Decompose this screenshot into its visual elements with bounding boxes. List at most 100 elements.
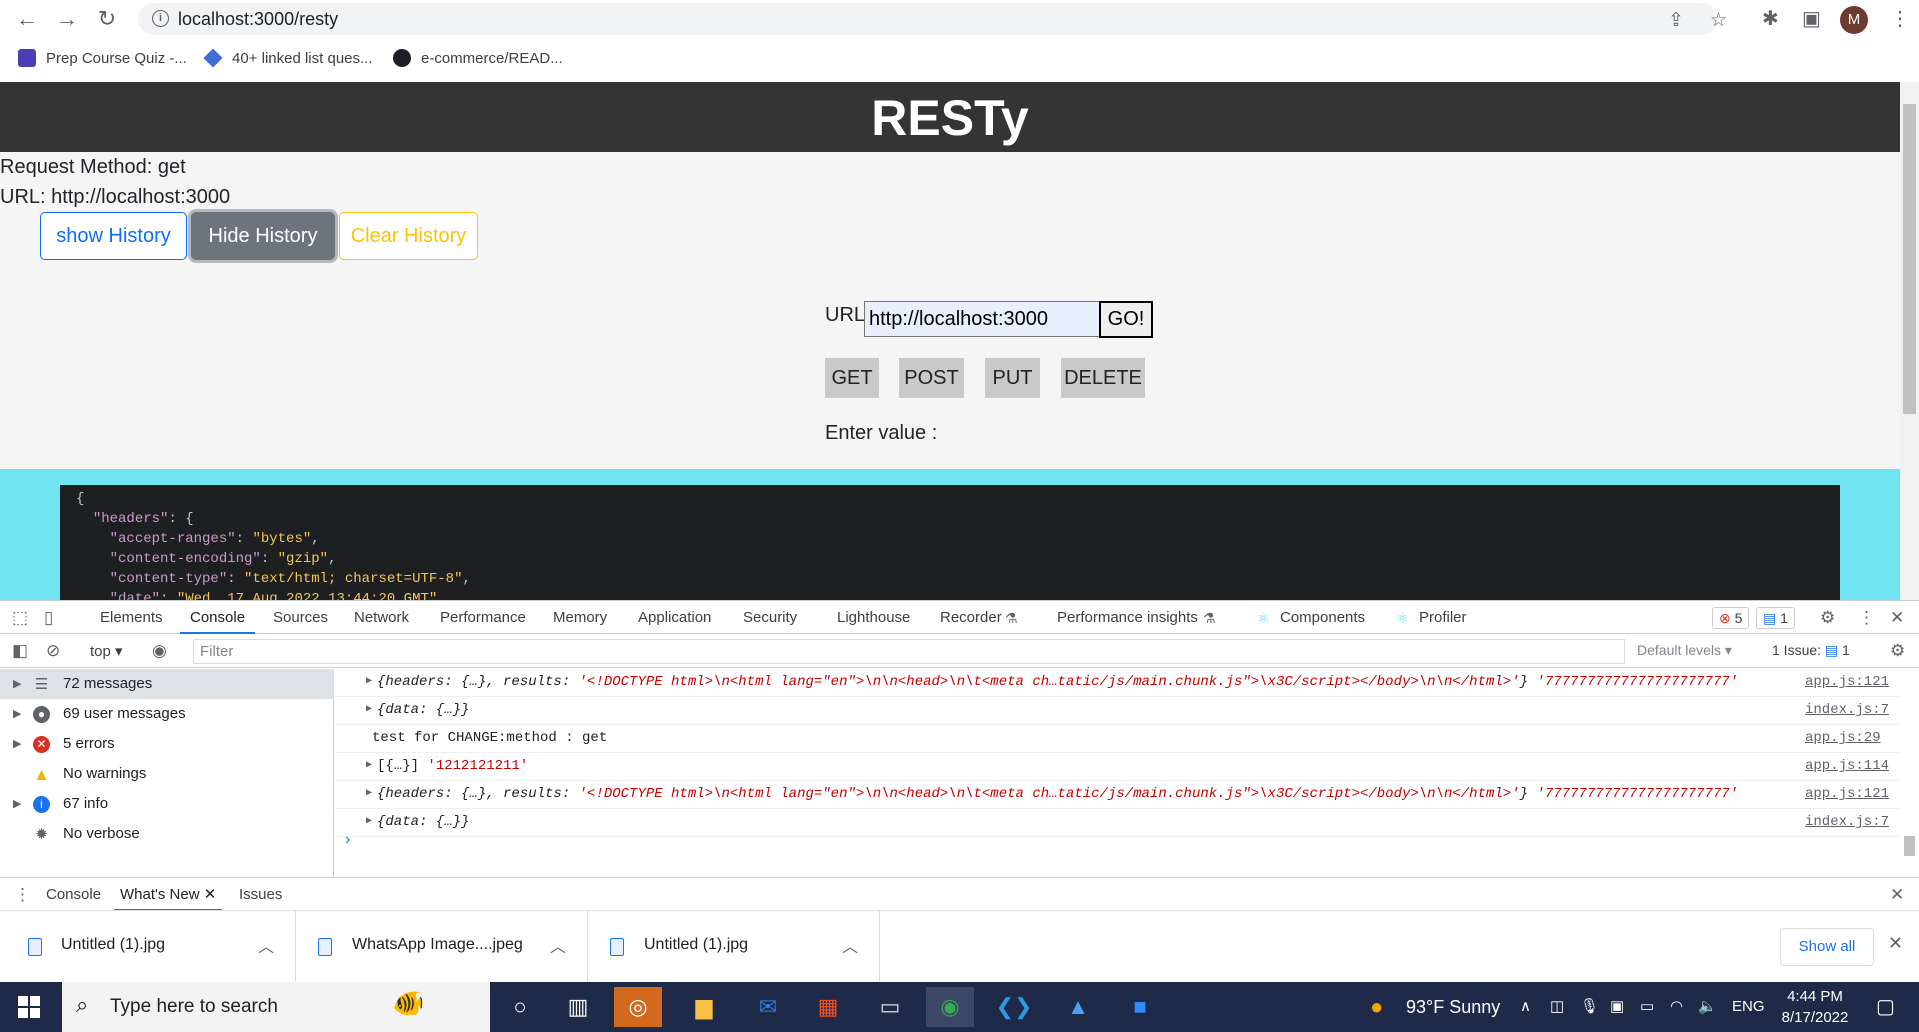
sidebar-item-warnings[interactable]: ▲ No warnings (0, 759, 334, 789)
bookmark-star-icon[interactable]: ☆ (1710, 9, 1727, 32)
edge-icon[interactable]: ◎ (614, 987, 662, 1027)
log-source-link[interactable]: app.js:121 (1805, 669, 1900, 695)
log-levels-dropdown[interactable]: Default levels ▾ (1637, 642, 1732, 659)
download-item[interactable]: Untitled (1).jpg ︿ (0, 911, 296, 983)
side-panel-icon[interactable]: ▣ (1802, 6, 1821, 31)
devtools-settings-icon[interactable]: ⚙ (1820, 608, 1835, 628)
log-entry[interactable]: ▶ {data: {…}} index.js:7 (335, 697, 1900, 725)
photos-icon[interactable]: ▲ (1054, 987, 1102, 1027)
tab-network[interactable]: Network (354, 601, 409, 634)
drawer-menu-icon[interactable]: ⋮ (14, 885, 31, 905)
expand-arrow-icon[interactable]: ▶ (366, 809, 372, 835)
log-source-link[interactable]: app.js:29 (1805, 725, 1900, 751)
expand-arrow-icon[interactable]: ▶ (366, 781, 372, 807)
battery-icon[interactable]: ▭ (1640, 982, 1654, 1032)
tab-components[interactable]: Components (1280, 601, 1365, 634)
show-history-button[interactable]: show History (40, 212, 187, 260)
log-entry[interactable]: ▶ {data: {…}} index.js:7 (335, 809, 1900, 837)
close-tab-icon[interactable]: ✕ (204, 886, 217, 903)
close-drawer-icon[interactable]: ✕ (1890, 885, 1904, 905)
tab-profiler[interactable]: Profiler (1419, 601, 1467, 634)
tab-lighthouse[interactable]: Lighthouse (837, 601, 910, 634)
expand-arrow-icon[interactable]: ▶ (13, 789, 21, 819)
drawer-tab-whats-new[interactable]: What's New ✕ (114, 878, 223, 911)
tab-performance-insights[interactable]: Performance insights (1057, 601, 1198, 634)
context-selector[interactable]: top ▾ (90, 642, 123, 660)
drawer-tab-console[interactable]: Console (46, 878, 101, 911)
chevron-up-icon[interactable]: ︿ (258, 933, 274, 957)
sidebar-item-verbose[interactable]: ✹ No verbose (0, 819, 334, 849)
file-explorer-icon[interactable]: ▆ (680, 987, 728, 1027)
go-button[interactable]: GO! (1099, 301, 1153, 338)
sidebar-item-errors[interactable]: ▶ ✕ 5 errors (0, 729, 334, 759)
vscode-icon[interactable]: ❮❯ (990, 987, 1038, 1027)
log-source-link[interactable]: index.js:7 (1805, 809, 1900, 835)
tray-app-icon[interactable]: ◫ (1550, 982, 1564, 1032)
log-source-link[interactable]: app.js:121 (1805, 781, 1900, 807)
page-scrollbar-thumb[interactable] (1903, 104, 1916, 414)
tray-device-icon[interactable]: ▣ (1610, 982, 1624, 1032)
tab-performance[interactable]: Performance (440, 601, 526, 634)
bookmark-item[interactable]: Prep Course Quiz -... (18, 44, 187, 72)
wifi-icon[interactable]: ◠ (1670, 982, 1683, 1032)
url-input[interactable]: http://localhost:3000 (864, 301, 1100, 337)
chevron-up-icon[interactable]: ︿ (842, 933, 858, 957)
close-shelf-icon[interactable]: ✕ (1888, 933, 1903, 954)
issues-counter[interactable]: 1 Issue: ▤ 1 (1772, 642, 1850, 659)
sidebar-item-messages[interactable]: ▶ ☰ 72 messages (0, 669, 334, 699)
live-expression-eye-icon[interactable]: ◉ (152, 641, 167, 661)
back-icon[interactable]: ← (14, 6, 40, 32)
log-entry[interactable]: ▶ [{…}] '1212121211' app.js:114 (335, 753, 1900, 781)
log-source-link[interactable]: app.js:114 (1805, 753, 1900, 779)
sidebar-item-user-messages[interactable]: ▶ ● 69 user messages (0, 699, 334, 729)
console-settings-icon[interactable]: ⚙ (1890, 641, 1905, 661)
tab-elements[interactable]: Elements (100, 601, 163, 634)
task-view-icon[interactable]: ▥ (554, 987, 602, 1027)
store-icon[interactable]: ▦ (804, 987, 852, 1027)
page-scrollbar[interactable] (1900, 82, 1919, 600)
reload-icon[interactable]: ↻ (94, 6, 120, 32)
get-method-button[interactable]: GET (825, 358, 879, 398)
tray-chevron-up-icon[interactable]: ∧ (1520, 982, 1531, 1032)
weather-text[interactable]: 93°F Sunny (1406, 982, 1500, 1032)
hide-history-button[interactable]: Hide History (191, 212, 335, 260)
devtools-menu-icon[interactable]: ⋮ (1858, 608, 1875, 628)
download-item[interactable]: Untitled (1).jpg ︿ (588, 911, 880, 983)
taskbar-search[interactable]: ⌕ Type here to search 🐠 (62, 982, 490, 1032)
post-method-button[interactable]: POST (899, 358, 964, 398)
taskbar-clock[interactable]: 4:44 PM 8/17/2022 (1760, 986, 1870, 1028)
tab-recorder[interactable]: Recorder (940, 601, 1002, 634)
console-scrollbar-thumb[interactable] (1904, 836, 1915, 856)
tab-console[interactable]: Console (180, 601, 256, 634)
tab-memory[interactable]: Memory (553, 601, 607, 634)
tab-application[interactable]: Application (638, 601, 711, 634)
tab-security[interactable]: Security (743, 601, 797, 634)
inspect-element-icon[interactable]: ⬚ (12, 608, 28, 628)
console-filter-input[interactable]: Filter (193, 639, 1625, 664)
chevron-up-icon[interactable]: ︿ (550, 933, 566, 957)
put-method-button[interactable]: PUT (985, 358, 1040, 398)
cortana-icon[interactable]: ○ (496, 987, 544, 1027)
log-entry[interactable]: ▶ {headers: {…}, results: '<!DOCTYPE htm… (335, 669, 1900, 697)
delete-method-button[interactable]: DELETE (1061, 358, 1145, 398)
sidebar-item-info[interactable]: ▶ i 67 info (0, 789, 334, 819)
chrome-icon[interactable]: ◉ (926, 987, 974, 1027)
log-entry[interactable]: test for CHANGE:method : get app.js:29 (335, 725, 1900, 753)
terminal-icon[interactable]: ▭ (866, 987, 914, 1027)
drawer-tab-issues[interactable]: Issues (239, 878, 282, 911)
device-toolbar-icon[interactable]: ▯ (44, 608, 53, 628)
windows-start-icon[interactable] (18, 996, 40, 1018)
expand-arrow-icon[interactable]: ▶ (366, 669, 372, 695)
volume-icon[interactable]: 🔈 (1698, 982, 1717, 1032)
log-entry[interactable]: ▶ {headers: {…}, results: '<!DOCTYPE htm… (335, 781, 1900, 809)
log-source-link[interactable]: index.js:7 (1805, 697, 1900, 723)
download-item[interactable]: WhatsApp Image....jpeg ︿ (296, 911, 588, 983)
chrome-menu-icon[interactable]: ⋮ (1890, 6, 1910, 31)
expand-arrow-icon[interactable]: ▶ (13, 699, 21, 729)
avatar[interactable]: M (1840, 6, 1868, 34)
expand-arrow-icon[interactable]: ▶ (13, 669, 21, 699)
bookmark-item[interactable]: 40+ linked list ques... (203, 44, 373, 72)
error-count-badge[interactable]: ⊗ 5 (1712, 607, 1750, 629)
zoom-icon[interactable]: ■ (1116, 987, 1164, 1027)
tab-sources[interactable]: Sources (273, 601, 328, 634)
